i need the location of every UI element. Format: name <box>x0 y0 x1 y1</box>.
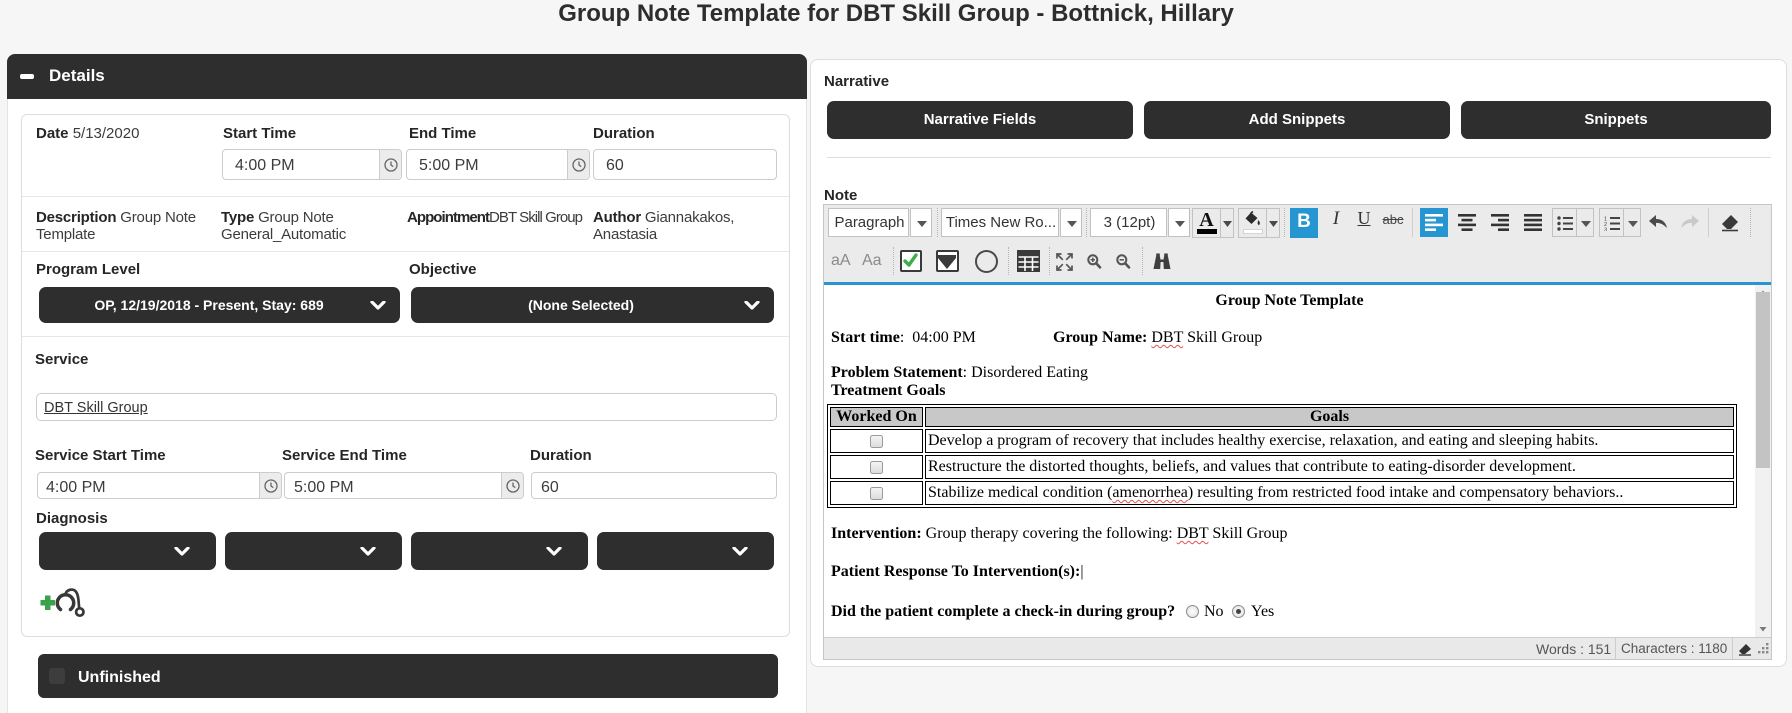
svg-text:3: 3 <box>1604 228 1607 232</box>
